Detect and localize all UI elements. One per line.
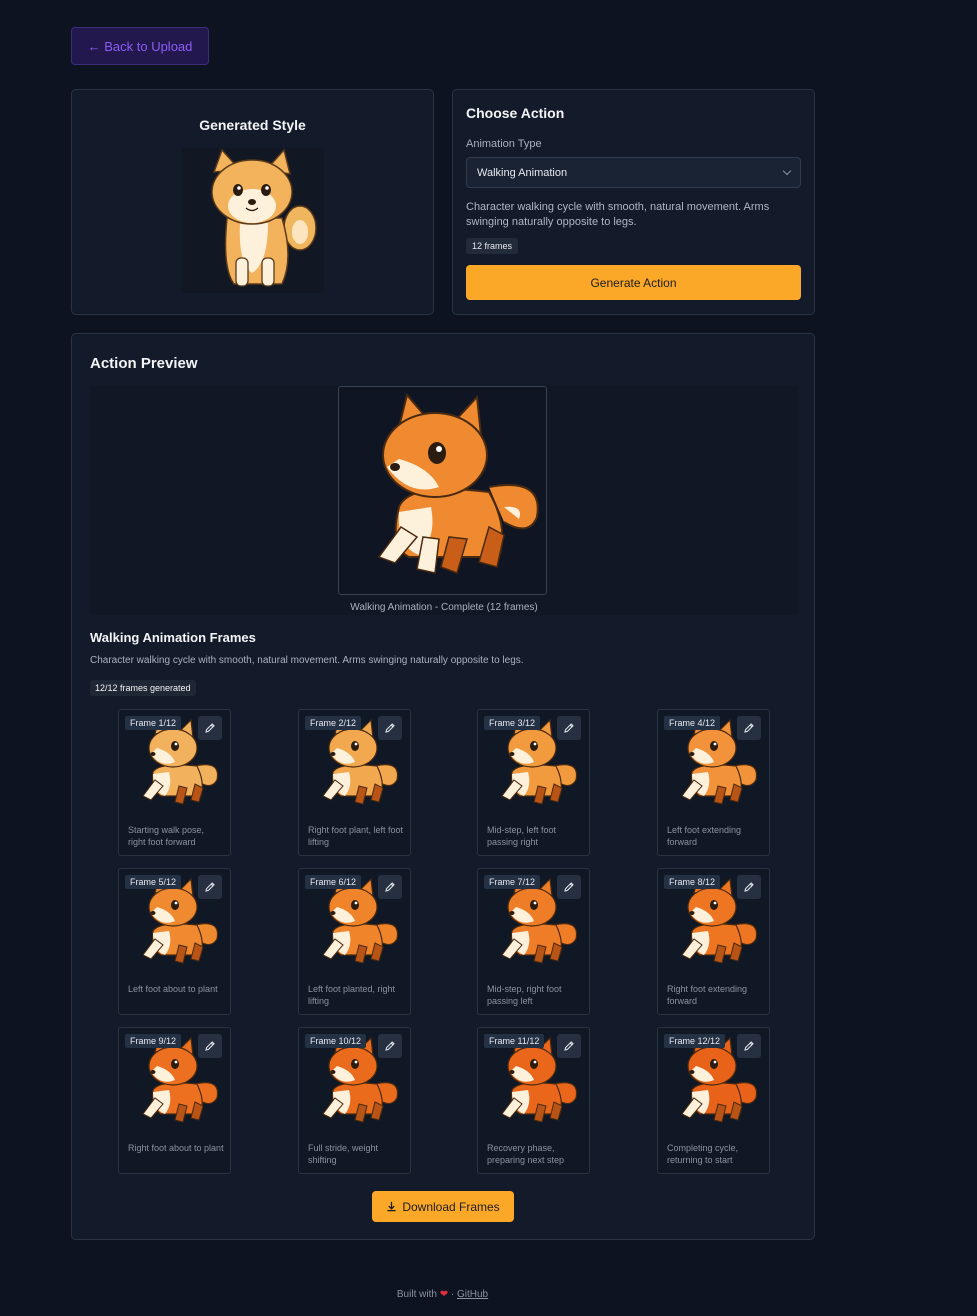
action-preview-title: Action Preview [90, 355, 198, 372]
pencil-icon [205, 723, 215, 733]
frame-label: Frame 5/12 [125, 875, 182, 889]
footer: Built with ❤ · GitHub [0, 1289, 885, 1300]
pencil-icon [205, 1041, 215, 1051]
animation-frame[interactable]: Frame 12/12 Completing cycle, returning … [657, 1027, 770, 1174]
action-preview-card: Action Preview Walking Animation - Compl… [71, 333, 815, 1240]
animation-frame[interactable]: Frame 9/12 Right foot about to plant [118, 1027, 231, 1174]
frame-label: Frame 12/12 [664, 1034, 726, 1048]
edit-frame-button[interactable] [198, 875, 222, 899]
edit-frame-button[interactable] [378, 1034, 402, 1058]
frames-generated-badge: 12/12 frames generated [90, 680, 196, 696]
animation-type-value: Walking Animation [477, 166, 568, 179]
frame-description: Recovery phase, preparing next step [487, 1143, 565, 1165]
frame-description: Completing cycle, returning to start [667, 1143, 739, 1165]
frame-label: Frame 4/12 [664, 716, 721, 730]
download-icon [387, 1201, 396, 1212]
frame-description: Full stride, weight shifting [308, 1143, 379, 1165]
animation-type-select[interactable]: Walking Animation [466, 157, 801, 188]
shiba-dog-illustration [211, 148, 317, 287]
animation-frame[interactable]: Frame 2/12 Right foot plant, left foot l… [298, 709, 411, 856]
built-with-text: Built with [396, 1289, 437, 1300]
pencil-icon [564, 723, 574, 733]
download-label: Download Frames [402, 1199, 500, 1214]
animation-frame[interactable]: Frame 6/12 Left foot planted, right lift… [298, 868, 411, 1015]
frame-description: Left foot about to plant [128, 984, 218, 994]
pencil-icon [744, 723, 754, 733]
pencil-icon [205, 882, 215, 892]
edit-frame-button[interactable] [378, 716, 402, 740]
frame-label: Frame 6/12 [305, 875, 362, 889]
animation-frame[interactable]: Frame 5/12 Left foot about to plant [118, 868, 231, 1015]
frame-label: Frame 2/12 [305, 716, 362, 730]
frames-title: Walking Animation Frames [90, 630, 256, 645]
pencil-icon [564, 882, 574, 892]
animation-frame[interactable]: Frame 10/12 Full stride, weight shifting [298, 1027, 411, 1174]
animation-frame[interactable]: Frame 7/12 Mid-step, right foot passing … [477, 868, 590, 1015]
animation-type-label: Animation Type [466, 138, 542, 150]
frame-description: Right foot plant, left foot lifting [308, 825, 404, 847]
frame-description: Mid-step, right foot passing left [487, 984, 562, 1006]
back-to-upload-button[interactable]: ← Back to Upload [71, 27, 209, 65]
frame-label: Frame 8/12 [664, 875, 721, 889]
pencil-icon [744, 882, 754, 892]
choose-action-title: Choose Action [466, 105, 565, 121]
frame-label: Frame 7/12 [484, 875, 541, 889]
pencil-icon [385, 882, 395, 892]
animation-frame[interactable]: Frame 8/12 Right foot extending forward [657, 868, 770, 1015]
animation-frame[interactable]: Frame 4/12 Left foot extending forward [657, 709, 770, 856]
frame-description: Mid-step, left foot passing right [487, 825, 557, 847]
frame-description: Left foot planted, right lifting [308, 984, 396, 1006]
animation-frame[interactable]: Frame 11/12 Recovery phase, preparing ne… [477, 1027, 590, 1174]
frame-label: Frame 3/12 [484, 716, 541, 730]
frame-label: Frame 1/12 [125, 716, 182, 730]
edit-frame-button[interactable] [737, 875, 761, 899]
edit-frame-button[interactable] [198, 716, 222, 740]
footer-separator: · [450, 1289, 455, 1300]
frame-label: Frame 10/12 [305, 1034, 367, 1048]
pencil-icon [385, 1041, 395, 1051]
animation-frame[interactable]: Frame 3/12 Mid-step, left foot passing r… [477, 709, 590, 856]
edit-frame-button[interactable] [737, 716, 761, 740]
edit-frame-button[interactable] [557, 1034, 581, 1058]
pencil-icon [564, 1041, 574, 1051]
animation-frame[interactable]: Frame 1/12 Starting walk pose, right foo… [118, 709, 231, 856]
frame-label: Frame 9/12 [125, 1034, 182, 1048]
edit-frame-button[interactable] [378, 875, 402, 899]
generated-style-image [182, 148, 324, 293]
pencil-icon [744, 1041, 754, 1051]
choose-action-card: Choose Action Animation Type Walking Ani… [452, 89, 815, 315]
github-link[interactable]: GitHub [457, 1289, 488, 1300]
edit-frame-button[interactable] [557, 716, 581, 740]
generated-style-card: Generated Style [71, 89, 434, 315]
generate-action-button[interactable]: Generate Action [466, 265, 801, 300]
frame-description: Starting walk pose, right foot forward [128, 825, 205, 847]
frame-count-badge: 12 frames [466, 238, 519, 254]
chevron-down-icon [782, 166, 792, 176]
edit-frame-button[interactable] [198, 1034, 222, 1058]
pencil-icon [385, 723, 395, 733]
heart-icon: ❤ [439, 1289, 449, 1300]
frame-description: Right foot extending forward [667, 984, 748, 1006]
frames-description: Character walking cycle with smooth, nat… [90, 655, 524, 666]
frame-description: Right foot about to plant [128, 1143, 224, 1153]
animated-preview-image [338, 386, 547, 595]
download-frames-button[interactable]: Download Frames [372, 1191, 514, 1222]
preview-stage: Walking Animation - Complete (12 frames) [90, 386, 798, 615]
action-description: Character walking cycle with smooth, nat… [466, 201, 770, 228]
frame-description: Left foot extending forward [667, 825, 742, 847]
preview-caption: Walking Animation - Complete (12 frames) [350, 602, 538, 613]
edit-frame-button[interactable] [557, 875, 581, 899]
frame-label: Frame 11/12 [484, 1034, 545, 1048]
walking-dog-illustration [377, 392, 539, 574]
generated-style-title: Generated Style [199, 117, 306, 133]
edit-frame-button[interactable] [737, 1034, 761, 1058]
